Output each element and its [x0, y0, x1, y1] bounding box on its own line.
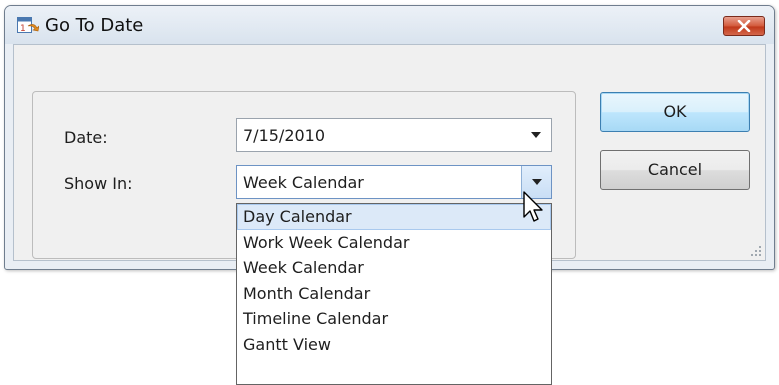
chevron-down-icon[interactable] [521, 119, 551, 151]
mouse-pointer-icon [523, 191, 543, 222]
dropdown-option-gantt-view[interactable]: Gantt View [237, 332, 551, 358]
close-button[interactable] [723, 16, 765, 36]
dropdown-option-month-calendar[interactable]: Month Calendar [237, 281, 551, 307]
dialog-title: Go To Date [45, 15, 144, 36]
show-in-label: Show In: [64, 174, 133, 193]
cancel-button[interactable]: Cancel [600, 150, 750, 190]
date-value: 7/15/2010 [243, 126, 326, 145]
calendar-goto-icon: 1 [17, 17, 39, 34]
dropdown-option-week-calendar[interactable]: Week Calendar [237, 255, 551, 281]
show-in-dropdown-list: Day Calendar Work Week Calendar Week Cal… [236, 203, 552, 385]
resize-grip-icon[interactable] [750, 245, 762, 257]
dropdown-option-day-calendar[interactable]: Day Calendar [237, 204, 551, 230]
date-label: Date: [64, 128, 108, 147]
dropdown-option-work-week-calendar[interactable]: Work Week Calendar [237, 230, 551, 256]
title-bar[interactable]: 1 Go To Date [5, 6, 774, 44]
svg-text:1: 1 [20, 24, 26, 34]
ok-button[interactable]: OK [600, 92, 750, 132]
close-icon [737, 20, 751, 32]
date-combo[interactable]: 7/15/2010 [236, 118, 552, 152]
show-in-combo[interactable]: Week Calendar [236, 165, 552, 199]
show-in-value: Week Calendar [243, 173, 364, 192]
dropdown-option-timeline-calendar[interactable]: Timeline Calendar [237, 306, 551, 332]
